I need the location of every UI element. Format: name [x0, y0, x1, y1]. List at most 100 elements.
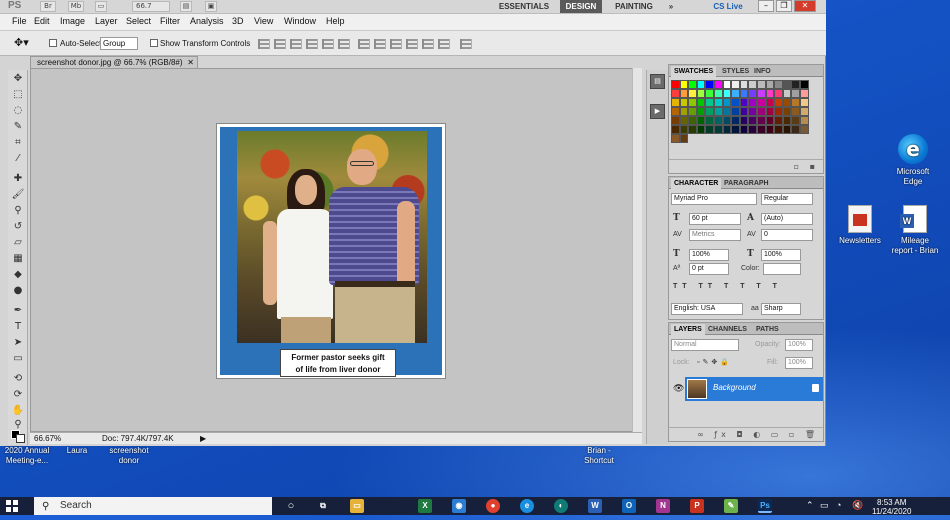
menu-view[interactable]: View	[254, 16, 273, 26]
color-swatch[interactable]	[679, 116, 689, 125]
align-vcenter-icon[interactable]	[274, 39, 286, 49]
history-panel-icon[interactable]: ▤	[650, 74, 665, 89]
healing-brush-tool-icon[interactable]: ✚	[11, 172, 25, 185]
brush-tool-icon[interactable]: 🖌	[11, 188, 25, 201]
color-swatch[interactable]	[748, 125, 757, 134]
desktop-icon-brian-shortcut[interactable]: Brian - Shortcut	[576, 446, 622, 466]
font-style-select[interactable]: Regular	[761, 193, 813, 205]
color-swatch[interactable]	[756, 98, 766, 107]
color-swatch[interactable]	[679, 98, 689, 107]
outlook-icon[interactable]: O	[622, 499, 636, 513]
tab-info[interactable]: INFO	[751, 66, 774, 77]
menu-select[interactable]: Select	[126, 16, 151, 26]
fill-input[interactable]: 100%	[785, 357, 813, 369]
tab-character[interactable]: CHARACTER	[671, 178, 722, 189]
paint-icon[interactable]: ✎	[724, 499, 738, 513]
cs-live-button[interactable]: CS Live	[700, 0, 756, 13]
color-swatch[interactable]	[756, 80, 766, 89]
color-swatch[interactable]	[774, 80, 783, 89]
type-tool-icon[interactable]: T	[11, 320, 25, 333]
close-document-icon[interactable]: ✕	[187, 57, 194, 68]
tab-layers[interactable]: LAYERS	[671, 324, 705, 335]
gradient-tool-icon[interactable]: ▦	[11, 252, 25, 265]
color-swatch[interactable]	[791, 116, 800, 125]
color-swatch[interactable]	[722, 107, 732, 116]
color-swatch[interactable]	[696, 98, 706, 107]
menu-3d[interactable]: 3D	[232, 16, 244, 26]
clone-stamp-tool-icon[interactable]: ⚲	[11, 204, 25, 217]
color-swatch[interactable]	[739, 125, 749, 134]
color-swatch[interactable]	[688, 107, 697, 116]
auto-align-layers-icon[interactable]	[460, 39, 472, 49]
tab-channels[interactable]: CHANNELS	[705, 324, 750, 335]
document-tab[interactable]: screenshot donor.jpg @ 66.7% (RGB/8#) ✕	[30, 56, 198, 68]
color-swatch[interactable]	[705, 98, 714, 107]
color-swatch[interactable]	[782, 80, 792, 89]
windows-start-icon[interactable]	[6, 500, 18, 512]
color-swatch[interactable]	[731, 89, 740, 98]
color-swatch[interactable]	[799, 116, 809, 125]
color-swatch[interactable]	[791, 89, 800, 98]
color-swatch[interactable]	[679, 134, 689, 143]
color-swatch[interactable]	[705, 107, 714, 116]
edge-chromium-icon[interactable]: ◐	[554, 499, 568, 513]
move-tool-icon[interactable]: ✥▾	[14, 36, 29, 49]
font-family-select[interactable]: Myriad Pro	[671, 193, 757, 205]
tab-styles[interactable]: STYLES	[719, 66, 752, 77]
shape-tool-icon[interactable]: ▭	[11, 352, 25, 365]
color-swatch[interactable]	[679, 107, 689, 116]
color-swatch[interactable]	[688, 125, 697, 134]
color-swatch[interactable]	[696, 107, 706, 116]
photoshop-taskbar-icon[interactable]: Ps	[758, 499, 772, 513]
dodge-tool-icon[interactable]: ●	[11, 284, 25, 297]
eyedropper-tool-icon[interactable]: ⁄	[11, 152, 25, 165]
color-swatch[interactable]	[688, 89, 697, 98]
color-swatch[interactable]	[765, 80, 775, 89]
zoom-level-select[interactable]: 66.7	[132, 1, 170, 12]
taskbar-search-box[interactable]: ⚲ Search	[34, 497, 272, 515]
distribute-bottom-icon[interactable]	[390, 39, 402, 49]
blur-tool-icon[interactable]: ◆	[11, 268, 25, 281]
color-swatch[interactable]	[756, 89, 766, 98]
background-color-swatch[interactable]	[16, 434, 25, 443]
distribute-top-icon[interactable]	[358, 39, 370, 49]
color-swatch[interactable]	[739, 89, 749, 98]
color-swatch[interactable]	[748, 89, 757, 98]
desktop-icon-laura[interactable]: Laura	[60, 446, 94, 456]
tray-chevron-icon[interactable]: ⌃	[806, 500, 814, 511]
antialias-select[interactable]: Sharp	[761, 303, 801, 315]
path-selection-tool-icon[interactable]: ➤	[11, 336, 25, 349]
history-brush-tool-icon[interactable]: ↺	[11, 220, 25, 233]
color-swatch[interactable]	[671, 125, 680, 134]
color-swatch[interactable]	[765, 107, 775, 116]
3d-rotate-tool-icon[interactable]: ⟲	[11, 372, 25, 385]
workspace-essentials[interactable]: ESSENTIALS	[494, 0, 554, 13]
color-swatch[interactable]	[799, 107, 809, 116]
onenote-icon[interactable]: N	[656, 499, 670, 513]
color-swatch[interactable]	[679, 80, 689, 89]
color-swatch[interactable]	[731, 125, 740, 134]
color-swatch[interactable]	[739, 116, 749, 125]
view-extras-icon[interactable]: ▭	[95, 1, 107, 12]
photos-icon[interactable]: ◉	[452, 499, 466, 513]
distribute-right-icon[interactable]	[438, 39, 450, 49]
align-top-icon[interactable]	[258, 39, 270, 49]
color-swatch[interactable]	[765, 125, 775, 134]
workspace-design[interactable]: DESIGN	[560, 0, 602, 13]
color-swatch[interactable]	[731, 116, 740, 125]
color-swatch[interactable]	[722, 116, 732, 125]
color-swatch[interactable]	[679, 125, 689, 134]
tab-swatches[interactable]: SWATCHES	[671, 66, 717, 77]
mini-bridge-button[interactable]: Mb	[68, 1, 84, 12]
layer-visibility-eye-icon[interactable]: 👁	[673, 384, 684, 394]
edge-taskbar-icon[interactable]: e	[520, 499, 534, 513]
color-swatch[interactable]	[765, 116, 775, 125]
menu-file[interactable]: File	[12, 16, 27, 26]
align-right-icon[interactable]	[338, 39, 350, 49]
menu-layer[interactable]: Layer	[95, 16, 118, 26]
text-color-swatch[interactable]	[763, 263, 801, 275]
color-swatch[interactable]	[748, 98, 757, 107]
workspace-painting[interactable]: PAINTING	[608, 0, 660, 13]
color-swatch[interactable]	[696, 89, 706, 98]
color-swatch[interactable]	[739, 107, 749, 116]
